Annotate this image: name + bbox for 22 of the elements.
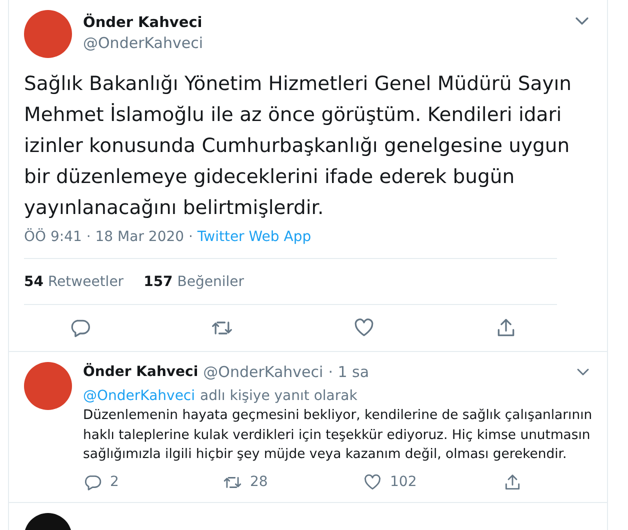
stat-link[interactable]: 54 Retweetler	[24, 274, 124, 290]
speech-bubble-icon[interactable]	[69, 317, 91, 339]
speech-bubble-icon[interactable]	[83, 472, 102, 492]
share-icon[interactable]	[503, 472, 522, 492]
reply-context: adlı kişiye yanıt olarak	[200, 388, 358, 404]
tweet-text: Sağlık Bakanlığı Yönetim Hizmetleri Genel Müdürü Sayın Mehmet İslamoğlu ile az önce görüştüm. Kendileri idari izinler konusunda Cumhurbaşkanlığı genelgesine uygun bir düzenlemeye gideceklerini ifade ederek bugün yayınlanacağını belirtmişlerdir.	[24, 71, 573, 221]
heart-icon[interactable]	[363, 472, 382, 492]
mention-link[interactable]: @OnderKahveci	[83, 388, 196, 404]
action-count: 2	[110, 474, 119, 490]
tweet-age[interactable]: · 1 sa	[328, 363, 370, 381]
reply-text: Düzenlemenin hayata geçmesini bekliyor, kendilerine de sağlık çalışanlarının haklı taleplerine kulak verdikleri için teşekkür ediyoruz. Hiç kimse unutmasın sağlığımızla ilgili hiçbir şey müjde veya kazanım değil, olması gerekendir.	[83, 407, 593, 464]
heart-icon[interactable]	[353, 317, 375, 339]
share-icon[interactable]	[495, 317, 517, 339]
stat-link[interactable]: 157 Beğeniler	[144, 274, 244, 290]
action-count: 102	[390, 474, 417, 490]
action-count: 28	[250, 474, 268, 490]
tweet-timestamp: ÖÖ 9:41 · 18 Mar 2020 ·	[24, 229, 194, 245]
user-name[interactable]: Önder Kahveci	[83, 364, 198, 380]
user-handle[interactable]: @OnderKahveci	[203, 363, 324, 381]
user-name[interactable]: Önder Kahveci	[83, 15, 204, 31]
user-handle[interactable]: @OnderKahveci	[83, 34, 204, 52]
source-link[interactable]: Twitter Web App	[197, 229, 312, 245]
